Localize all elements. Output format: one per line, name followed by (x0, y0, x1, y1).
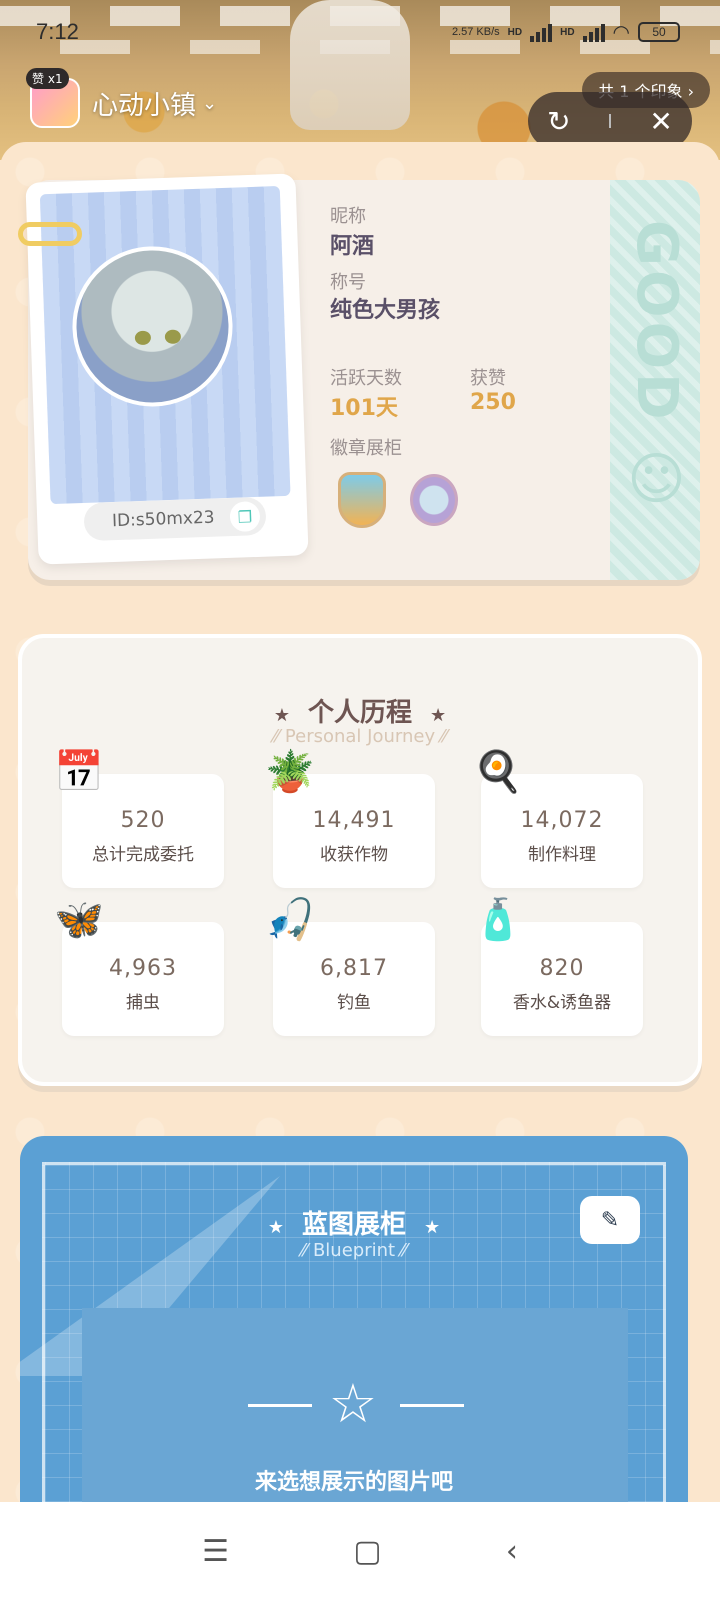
stat-value: 820 (539, 956, 585, 981)
title-label: 称号 (330, 272, 366, 293)
stat-value: 14,072 (520, 808, 604, 833)
menu-icon[interactable]: ☰ (202, 1534, 229, 1569)
perfume-icon: 🧴 (473, 897, 523, 943)
stat-tile: 🦋 4,963 捕虫 (54, 897, 224, 1036)
star-alert-icon: ☆ (328, 1372, 378, 1435)
stat-value: 6,817 (320, 956, 388, 981)
active-days-value: 101天 (330, 396, 398, 421)
pencil-icon: ✎ (600, 1207, 620, 1233)
stove-icon: 🍳 (473, 749, 523, 795)
stat-tile: 🍳 14,072 制作料理 (473, 749, 643, 888)
stat-tile: 🧴 820 香水&诱鱼器 (473, 897, 643, 1036)
share-icon[interactable]: ↻ (547, 105, 570, 138)
avatar-eye (134, 330, 152, 346)
journey-subtitle: ⁄⁄ Personal Journey ⁄⁄ (22, 726, 698, 747)
stripe-text: GOOD ☺ (624, 220, 689, 517)
stat-label: 制作料理 (528, 845, 596, 865)
stat-tile: 🎣 6,817 钓鱼 (265, 897, 435, 1036)
stat-tile: 🪴 14,491 收获作物 (265, 749, 435, 888)
stat-value: 14,491 (312, 808, 396, 833)
close-icon[interactable]: ✕ (649, 105, 672, 138)
chevron-right-icon: › (687, 82, 694, 101)
user-id-text: ID:s50mx23 (111, 507, 215, 532)
star-icon: ★ (267, 1217, 284, 1238)
journey-subtitle-text: Personal Journey (284, 726, 436, 747)
likes-value: 250 (470, 390, 516, 415)
badge-round-icon[interactable] (410, 474, 458, 526)
divider-line (248, 1404, 312, 1407)
miniapp-title[interactable]: 赞 x1 心动小镇 ⌄ (26, 68, 218, 128)
hd-label-2: HD (560, 26, 575, 38)
like-badge: 赞 x1 (26, 68, 69, 89)
slash-decoration: ⁄⁄ (435, 726, 447, 747)
stat-value: 4,963 (109, 956, 177, 981)
nickname-value: 阿酒 (330, 234, 375, 259)
avatar-eye (164, 329, 182, 345)
like-badge-count: x1 (47, 72, 63, 86)
app-name: 心动小镇 (92, 90, 197, 121)
user-id-pill: ID:s50mx23 ❐ (83, 496, 267, 542)
calendar-icon: 📅 (54, 749, 104, 795)
journey-title: ★ 个人历程 ★ (22, 692, 698, 729)
app-icon: 赞 x1 (26, 68, 80, 128)
active-days-label: 活跃天数 (330, 368, 402, 389)
fishing-rod-icon: 🎣 (265, 897, 315, 943)
stat-label: 香水&诱鱼器 (512, 993, 612, 1013)
watering-can-icon: 🪴 (265, 749, 315, 795)
star-icon: ★ (424, 1217, 441, 1238)
copy-icon[interactable]: ❐ (229, 501, 261, 533)
stat-label: 钓鱼 (337, 993, 371, 1013)
system-nav-bar: ☰ ▢ ‹ (0, 1502, 720, 1600)
wifi-icon: ◠ (612, 21, 630, 44)
like-badge-icon: 赞 (32, 72, 45, 86)
network-speed: 2.57 KB/s (451, 25, 500, 38)
capsule-divider (608, 114, 611, 128)
title-value: 纯色大男孩 (330, 298, 441, 323)
slash-decoration: ⁄⁄ (395, 1240, 407, 1261)
divider-line (400, 1404, 464, 1407)
chevron-down-icon: ⌄ (202, 92, 218, 114)
stat-value: 520 (120, 808, 166, 833)
back-icon[interactable]: ‹ (506, 1534, 518, 1569)
blueprint-panel: ★ 蓝图展柜 ★ ⁄⁄ Blueprint ⁄⁄ ✎ ☆ 来选想展示的图片吧 (20, 1136, 688, 1556)
stat-label: 总计完成委托 (92, 845, 194, 865)
nickname-label: 昵称 (330, 206, 366, 227)
battery-icon: 50 (638, 22, 680, 42)
bug-net-icon: 🦋 (54, 897, 104, 943)
status-time: 7:12 (36, 19, 79, 44)
badge-showcase-label: 徽章展柜 (330, 438, 402, 459)
home-icon[interactable]: ▢ (353, 1534, 381, 1569)
signal-icon (530, 22, 553, 42)
blueprint-empty-text: 来选想展示的图片吧 (254, 1470, 453, 1495)
personal-journey-panel: ★ 个人历程 ★ ⁄⁄ Personal Journey ⁄⁄ 📅 520 总计完成… (18, 634, 702, 1086)
stat-label: 收获作物 (320, 845, 388, 865)
slash-decoration: ⁄⁄ (301, 1240, 313, 1261)
stat-tile: 📅 520 总计完成委托 (54, 749, 224, 888)
hd-label: HD (507, 26, 523, 38)
badge-shield-icon[interactable] (338, 472, 386, 528)
edit-blueprint-button[interactable]: ✎ (580, 1196, 640, 1244)
star-icon: ★ (430, 705, 447, 726)
slash-decoration: ⁄⁄ (273, 726, 285, 747)
journey-title-text: 个人历程 (307, 698, 412, 728)
blueprint-subtitle-text: Blueprint (312, 1240, 396, 1261)
star-icon: ★ (273, 705, 290, 726)
likes-label: 获赞 (470, 368, 506, 389)
stat-label: 捕虫 (126, 993, 160, 1013)
decorative-stripe: GOOD ☺ (610, 180, 700, 580)
status-bar: 7:12 2.57 KB/s HD HD ◠ 50 (36, 14, 680, 50)
paperclip-icon (18, 222, 82, 246)
blueprint-title-text: 蓝图展柜 (301, 1210, 406, 1240)
signal-icon-2 (582, 22, 605, 42)
status-indicators: 2.57 KB/s HD HD ◠ 50 (452, 20, 680, 45)
